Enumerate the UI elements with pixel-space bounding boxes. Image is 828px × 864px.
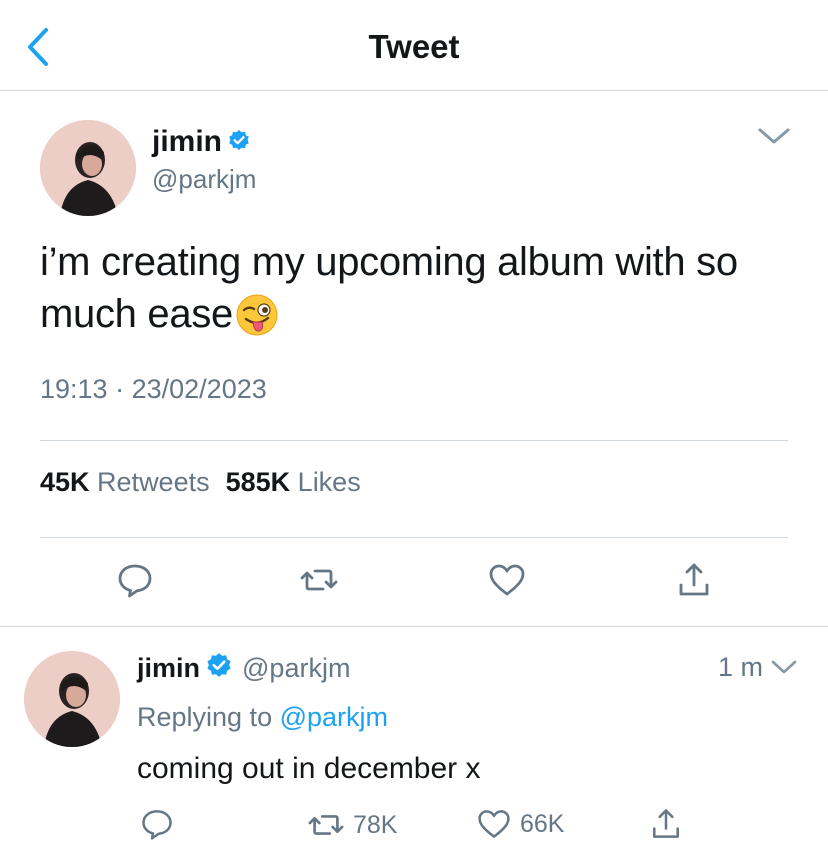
verified-badge-icon: [228, 125, 250, 159]
reply-actions: 78K 66K: [0, 806, 828, 846]
retweet-icon: [300, 569, 338, 591]
retweet-icon: [308, 815, 344, 835]
share-icon: [679, 563, 709, 596]
tweet-body: i’m creating my upcoming album with so m…: [40, 240, 738, 336]
reply-retweet-count: 78K: [353, 810, 398, 839]
reply-button[interactable]: [115, 560, 155, 600]
reply-like-count: 66K: [520, 809, 565, 838]
reply-icon: [142, 810, 172, 840]
reply-author-handle[interactable]: @parkjm: [242, 653, 350, 684]
divider: [40, 537, 788, 538]
reply-share-button[interactable]: [648, 806, 692, 842]
top-bar: Tweet: [0, 0, 828, 91]
reply-text: coming out in december x: [137, 752, 481, 785]
like-label: Likes: [297, 467, 361, 497]
reply-retweet-button[interactable]: 78K: [307, 806, 397, 844]
author-name[interactable]: jimin: [152, 124, 250, 160]
reply-icon: [118, 564, 152, 598]
page-title: Tweet: [368, 28, 460, 65]
divider: [40, 440, 788, 441]
like-icon: [478, 810, 510, 838]
share-icon: [653, 809, 679, 838]
tweet-text: i’m creating my upcoming album with so m…: [40, 236, 810, 340]
replying-to-link[interactable]: @parkjm: [280, 702, 388, 732]
like-icon: [489, 564, 525, 596]
author-handle[interactable]: @parkjm: [152, 164, 256, 195]
chevron-down-icon: [758, 128, 790, 144]
reply-author-line: jimin @parkjm: [137, 650, 350, 686]
timestamp-separator: ·: [115, 374, 125, 404]
more-options-button[interactable]: [756, 124, 792, 148]
tweet-stats: 45K Retweets 585K Likes: [40, 467, 377, 498]
avatar[interactable]: [40, 120, 136, 216]
tweet-time: 19:13: [40, 374, 108, 404]
tweet-date: 23/02/2023: [131, 374, 267, 404]
author-name-text: jimin: [152, 125, 223, 158]
reply-like-button[interactable]: 66K: [476, 806, 564, 842]
like-button[interactable]: [487, 560, 527, 600]
reply-more-options-button[interactable]: [770, 656, 798, 678]
tweet-actions: [0, 560, 828, 604]
chevron-down-icon: [771, 660, 797, 674]
likes-stat[interactable]: 585K Likes: [226, 467, 361, 498]
retweet-button[interactable]: [299, 560, 339, 600]
retweets-stat[interactable]: 45K Retweets: [40, 467, 210, 498]
reply-time-ago: 1 m: [718, 652, 764, 682]
reply-author-name[interactable]: jimin: [137, 653, 200, 684]
like-count: 585K: [225, 467, 291, 497]
section-divider: [0, 626, 828, 627]
tweet-timestamp: 19:13 · 23/02/2023: [40, 374, 267, 405]
replying-prefix: Replying to: [137, 702, 273, 732]
reply-avatar[interactable]: [24, 651, 120, 747]
retweet-count: 45K: [40, 467, 90, 497]
winking-face-with-tongue-icon: [235, 293, 279, 337]
replying-to: Replying to @parkjm: [137, 702, 388, 733]
verified-badge-icon: [206, 652, 232, 685]
share-button[interactable]: [674, 560, 714, 600]
retweet-label: Retweets: [97, 467, 210, 497]
reply-reply-button[interactable]: [139, 806, 183, 842]
